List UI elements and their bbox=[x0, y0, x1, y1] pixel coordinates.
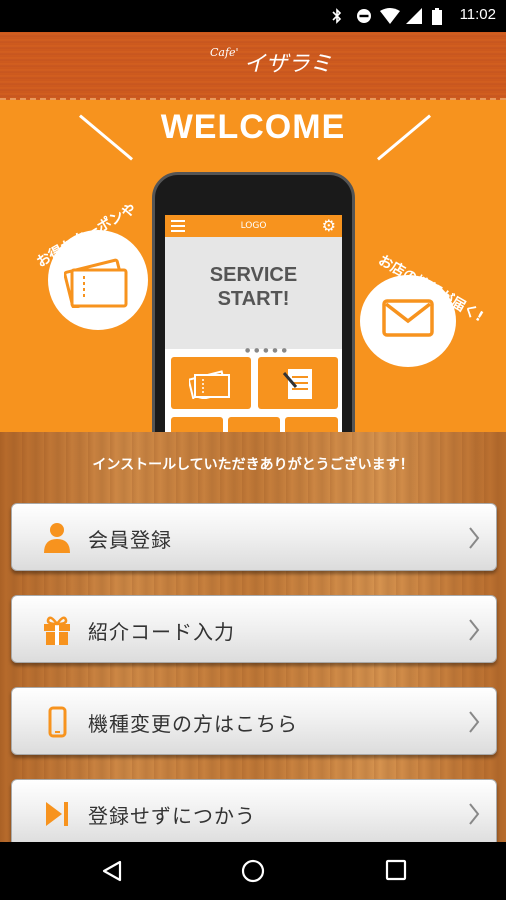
chevron-right-icon bbox=[469, 803, 480, 825]
smartphone-icon bbox=[48, 706, 67, 738]
button-label: 会員登録 bbox=[88, 528, 172, 552]
app-header: Cafe' イザラミ bbox=[0, 32, 506, 100]
phone-tile-coupon bbox=[171, 357, 251, 409]
welcome-banner: WELCOME お得なクーポンや お店の情報が届く! LOGO ⚙ SERVIC… bbox=[0, 100, 506, 432]
device-change-button[interactable]: 機種変更の方はこちら bbox=[11, 687, 497, 755]
mail-icon bbox=[382, 299, 434, 337]
battery-icon bbox=[432, 8, 442, 25]
chevron-right-icon bbox=[469, 619, 480, 641]
phone-tile bbox=[228, 417, 280, 432]
chevron-right-icon bbox=[469, 711, 480, 733]
referral-code-button[interactable]: 紹介コード入力 bbox=[11, 595, 497, 663]
phone-illustration: LOGO ⚙ SERVICE START! ● ● ● ● ● bbox=[152, 172, 355, 432]
phone-topbar: LOGO ⚙ bbox=[165, 215, 342, 237]
thank-you-message: インストールしていただきありがとうございます！ bbox=[92, 457, 414, 473]
coupon-icon bbox=[189, 370, 230, 399]
phone-tile bbox=[171, 417, 223, 432]
shop-logo: Cafe' イザラミ bbox=[210, 46, 332, 77]
phone-tile bbox=[285, 417, 338, 432]
cell-signal-icon bbox=[406, 8, 422, 24]
member-registration-button[interactable]: 会員登録 bbox=[11, 503, 497, 571]
person-icon bbox=[44, 523, 70, 553]
phone-tile-memo bbox=[258, 357, 338, 409]
coupon-icon bbox=[64, 258, 128, 308]
system-navigation-bar bbox=[0, 842, 506, 900]
phone-logo-text: LOGO bbox=[240, 221, 267, 231]
memo-icon bbox=[282, 369, 312, 399]
bluetooth-icon bbox=[332, 8, 342, 24]
skip-icon bbox=[46, 802, 68, 826]
home-icon[interactable] bbox=[241, 859, 265, 883]
carousel-dots: ● ● ● ● ● bbox=[245, 347, 288, 354]
button-label: 紹介コード入力 bbox=[88, 620, 235, 644]
welcome-title: WELCOME bbox=[160, 108, 346, 146]
button-label: 登録せずにつかう bbox=[88, 804, 256, 828]
wifi-icon bbox=[380, 8, 400, 24]
button-label: 機種変更の方はこちら bbox=[88, 712, 298, 736]
gear-icon: ⚙ bbox=[321, 216, 336, 235]
do-not-disturb-icon bbox=[357, 9, 371, 23]
chevron-right-icon bbox=[469, 527, 480, 549]
skip-registration-button[interactable]: 登録せずにつかう bbox=[11, 779, 497, 847]
status-time: 11:02 bbox=[459, 6, 496, 23]
status-bar: 11:02 bbox=[0, 0, 506, 32]
gift-icon bbox=[44, 616, 70, 645]
phone-screen: LOGO ⚙ SERVICE START! ● ● ● ● ● bbox=[165, 215, 342, 432]
recents-icon[interactable] bbox=[385, 859, 407, 881]
menu-icon bbox=[171, 220, 185, 232]
back-icon[interactable] bbox=[100, 859, 124, 883]
service-start-panel: SERVICE START! bbox=[165, 237, 342, 349]
